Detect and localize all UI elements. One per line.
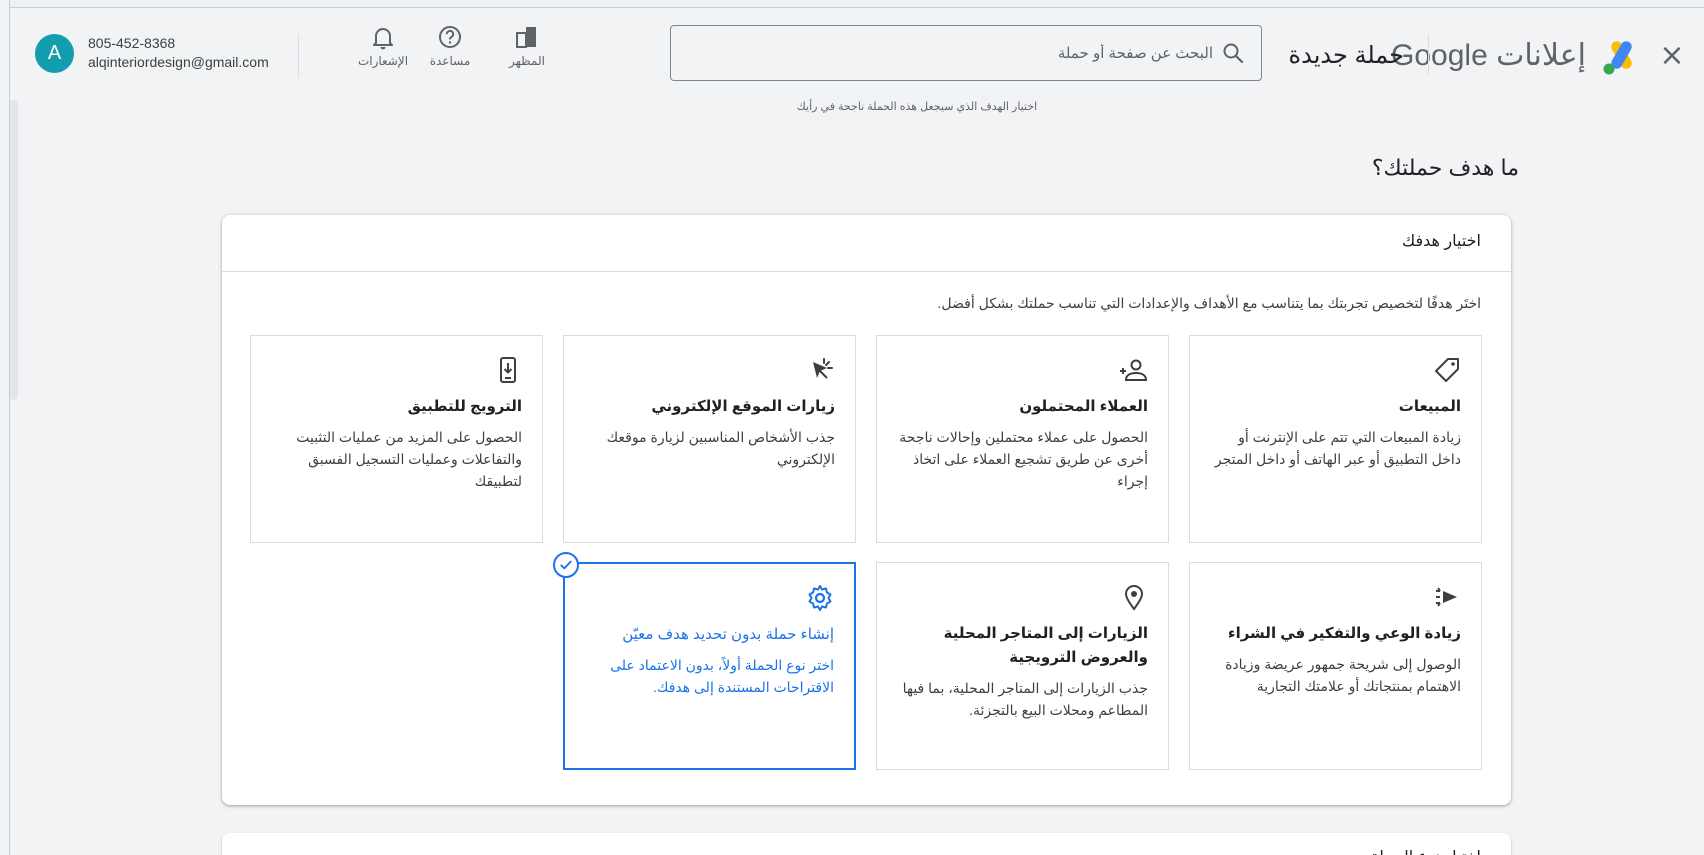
bell-icon <box>373 28 393 50</box>
scrollbar[interactable] <box>10 100 18 400</box>
location-pin-icon <box>1124 585 1144 611</box>
card-title: اختيار هدفك <box>1401 233 1481 250</box>
cursor-click-icon <box>813 358 833 379</box>
gear-icon <box>808 585 832 611</box>
goal-description: الوصول إلى شريحة جمهور عريضة وزيادة الاه… <box>1225 656 1461 694</box>
goal-option-no-goal[interactable]: إنشاء حملة بدون تحديد هدف معيّن اختر نوع… <box>553 552 856 770</box>
step-subtitle: اختيار الهدف الذي سيجعل هذه الحملة ناجحة… <box>796 101 1038 113</box>
goal-description: اختر نوع الحملة أولاً، بدون الاعتماد على… <box>610 657 834 695</box>
avatar[interactable]: A <box>35 34 74 73</box>
campaign-type-title: اختيار نوع الحملة <box>1370 847 1481 855</box>
top-header: × إعلانات Google حملة جديدة المظهر <box>10 8 1704 98</box>
card-description: اختَر هدفًا لتخصيص تجربتك بما يتناسب مع … <box>937 295 1481 311</box>
goal-description: جذب الأشخاص المناسبين لزيارة موقعك الإلك… <box>606 429 835 467</box>
notifications-label: الإشعارات <box>357 54 409 68</box>
campaign-type-card: اختيار نوع الحملة <box>222 833 1511 855</box>
people-icon <box>1120 359 1148 381</box>
tag-icon <box>1435 358 1459 382</box>
goal-option-awareness[interactable]: زيادة الوعي والتفكير في الشراء الوصول إل… <box>1189 562 1482 770</box>
megaphone-icon <box>1436 587 1457 607</box>
goal-option-local-store-visits[interactable]: الزيارات إلى المتاجر المحلية والعروض الت… <box>876 562 1169 770</box>
help-button[interactable]: مساعدة <box>420 24 480 68</box>
account-phone: 805-452-8368 <box>88 35 176 51</box>
browser-tab-strip <box>10 0 1704 8</box>
goal-selection-card: اختيار هدفك اختَر هدفًا لتخصيص تجربتك بم… <box>222 215 1511 805</box>
goal-description: جذب الزيارات إلى المتاجر المحلية، بما في… <box>902 680 1148 718</box>
card-divider <box>222 271 1511 272</box>
goal-title: الزيارات إلى المتاجر المحلية والعروض الت… <box>943 625 1148 666</box>
account-email: alqinteriordesign@gmail.com <box>88 54 269 70</box>
phone-download-icon <box>500 357 516 383</box>
header-divider <box>298 34 299 78</box>
appearance-icon <box>516 27 536 48</box>
goal-option-website-traffic[interactable]: زيارات الموقع الإلكتروني جذب الأشخاص الم… <box>563 335 856 543</box>
appearance-button[interactable]: المظهر <box>497 24 557 68</box>
header-divider <box>1428 35 1429 75</box>
goal-description: الحصول على المزيد من عمليات التثبيت والت… <box>296 429 522 489</box>
notifications-button[interactable]: الإشعارات <box>353 24 413 68</box>
google-ads-logo-icon <box>1603 41 1632 75</box>
goal-description: الحصول على عملاء محتملين وإحالات ناجحة أ… <box>899 429 1148 489</box>
help-label: مساعدة <box>429 54 471 68</box>
goal-option-sales[interactable]: المبيعات زيادة المبيعات التي تتم على الإ… <box>1189 335 1482 543</box>
goal-title: العملاء المحتملون <box>1019 398 1148 415</box>
brand-google-text: Google <box>1391 39 1488 72</box>
section-heading: ما هدف حملتك؟ <box>1371 155 1519 180</box>
search-icon <box>1223 43 1244 64</box>
goal-title: المبيعات <box>1398 398 1461 415</box>
selected-check-icon <box>553 552 579 578</box>
search-box[interactable] <box>670 25 1262 81</box>
page-title: حملة جديدة <box>1288 42 1404 69</box>
goal-option-leads[interactable]: العملاء المحتملون الحصول على عملاء محتمل… <box>876 335 1169 543</box>
goal-title: زيادة الوعي والتفكير في الشراء <box>1227 625 1461 642</box>
product-name: إعلانات Google <box>1391 38 1586 73</box>
goal-title: الترويج للتطبيق <box>407 398 522 415</box>
app-window: × إعلانات Google حملة جديدة المظهر <box>9 0 1704 855</box>
goal-title: زيارات الموقع الإلكتروني <box>651 398 835 415</box>
search-input[interactable] <box>713 40 1213 66</box>
goal-title: إنشاء حملة بدون تحديد هدف معيّن <box>622 626 834 643</box>
appearance-label: المظهر <box>509 54 545 68</box>
close-button[interactable]: × <box>1658 41 1686 71</box>
goal-description: زيادة المبيعات التي تتم على الإنترنت أو … <box>1214 429 1461 467</box>
goal-option-app-promotion[interactable]: الترويج للتطبيق الحصول على المزيد من عمل… <box>250 335 543 543</box>
help-icon <box>439 26 461 48</box>
brand-ads-text: إعلانات <box>1496 39 1586 72</box>
